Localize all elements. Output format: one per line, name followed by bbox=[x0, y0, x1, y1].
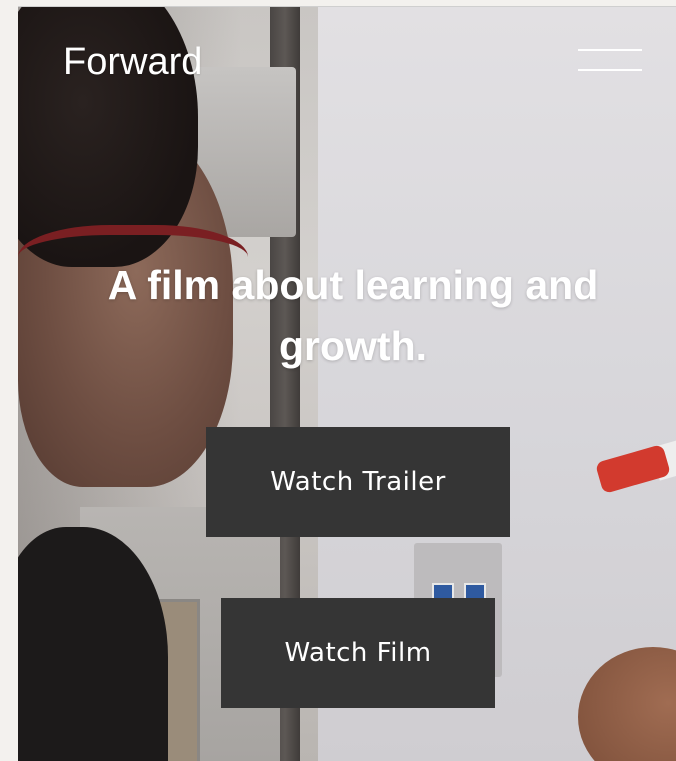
menu-button[interactable] bbox=[578, 47, 642, 77]
watch-trailer-button[interactable]: Watch Trailer bbox=[206, 427, 510, 537]
menu-line-bottom bbox=[578, 69, 642, 71]
menu-line-top bbox=[578, 49, 642, 51]
brand-logo[interactable]: Forward bbox=[63, 43, 202, 81]
hero-section: Forward A film about learning and growth… bbox=[18, 6, 676, 761]
page-frame: Forward A film about learning and growth… bbox=[0, 0, 676, 761]
watch-film-button[interactable]: Watch Film bbox=[221, 598, 495, 708]
hero-headline: A film about learning and growth. bbox=[107, 262, 599, 369]
